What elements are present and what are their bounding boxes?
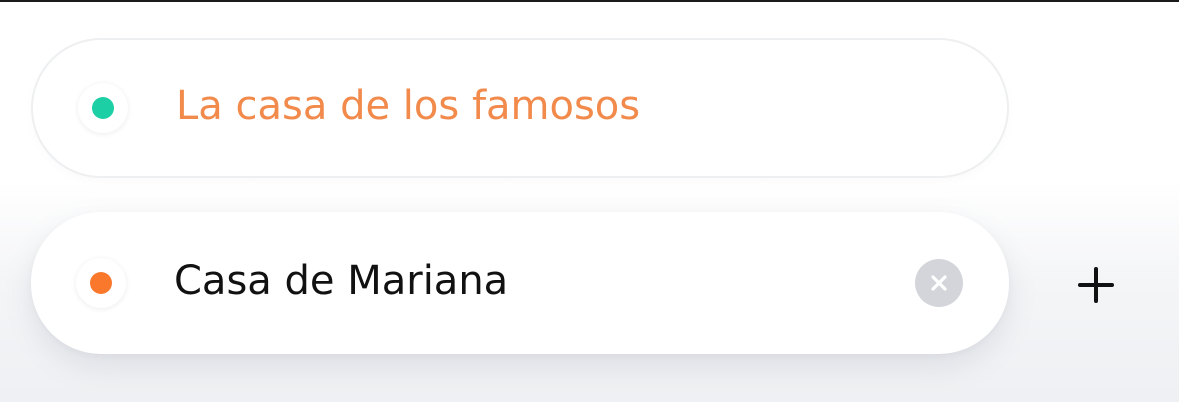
origin-dot-icon [92, 97, 114, 119]
destination-dot-icon [90, 272, 112, 294]
origin-field[interactable]: La casa de los famosos [31, 38, 1009, 178]
clear-destination-button[interactable] [915, 259, 963, 307]
destination-marker [76, 258, 126, 308]
plus-icon [1078, 267, 1114, 303]
origin-marker [78, 83, 128, 133]
origin-label: La casa de los famosos [176, 83, 641, 129]
add-stop-button[interactable] [1064, 253, 1128, 317]
destination-field[interactable]: Casa de Mariana [31, 212, 1009, 354]
destination-label: Casa de Mariana [174, 258, 509, 304]
close-icon [931, 275, 947, 291]
